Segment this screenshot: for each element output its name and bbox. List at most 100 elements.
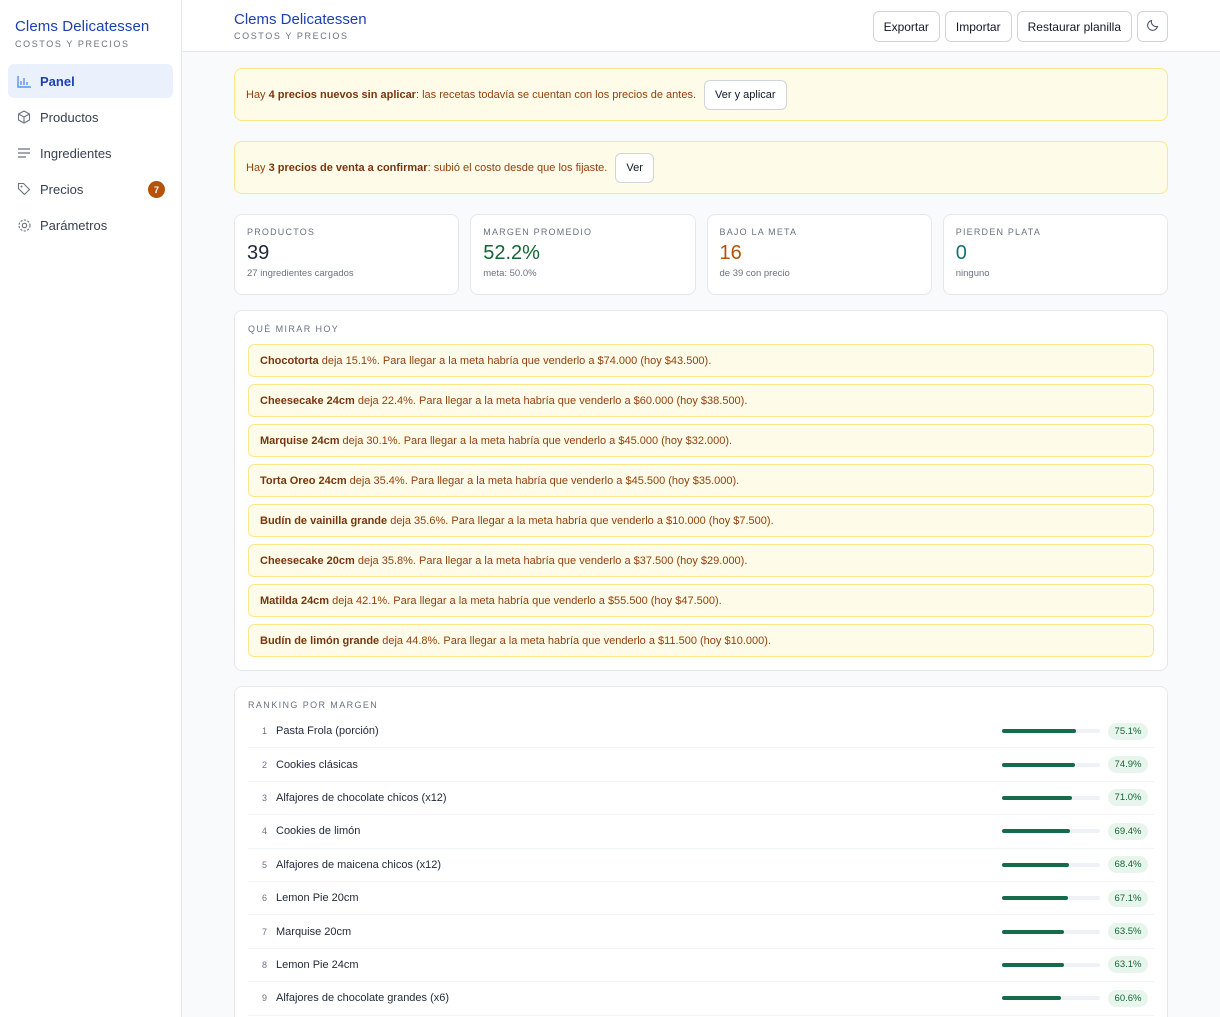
top-actions: Exportar Importar Restaurar planilla: [872, 11, 1168, 42]
stat-value: 0: [955, 242, 967, 264]
list-item: Torta Oreo 24cm deja 35.4%. Para llegar …: [248, 464, 1154, 497]
stat-card-productos: PRODUCTOS 39 27 ingredientes cargados: [234, 214, 460, 295]
view-button[interactable]: Ver: [615, 152, 654, 183]
stat-label: PRODUCTOS: [247, 227, 316, 237]
margin-ranking-card: RANKING POR MARGEN 1 Pasta Frola (porción…: [234, 686, 1168, 1017]
product-name: Cookies de limón: [276, 825, 361, 838]
list-item: Cheesecake 20cm deja 35.8%. Para llegar …: [248, 544, 1154, 577]
stat-value: 16: [719, 242, 742, 264]
chart-bar-icon: [16, 73, 32, 89]
margin-badge: 69.4%: [1108, 822, 1148, 840]
list-item: Budín de limón grande deja 44.8%. Para l…: [248, 624, 1154, 657]
margin-bar-fill: [1002, 929, 1065, 934]
rank-number: 7: [262, 926, 268, 937]
stat-card-pierden-plata: PIERDEN PLATA 0 ninguno: [942, 214, 1168, 295]
sidebar-item-precios[interactable]: Precios 7: [8, 172, 173, 206]
margin-bar: [1002, 795, 1100, 800]
product-name: Alfajores de maicena chicos (x12): [276, 858, 442, 871]
table-row: 1 Pasta Frola (porción) 75.1%: [248, 715, 1154, 749]
margin-badge: 75.1%: [1108, 722, 1148, 740]
list-item: Marquise 24cm deja 30.1%. Para llegar a …: [248, 424, 1154, 457]
product-name: Cookies clásicas: [276, 758, 358, 771]
tag-icon: [16, 181, 32, 197]
sidebar-item-ingredientes[interactable]: Ingredientes: [8, 136, 173, 170]
list-item: Chocotorta deja 15.1%. Para llegar a la …: [248, 344, 1154, 377]
export-button[interactable]: Exportar: [872, 11, 940, 42]
restore-sheet-button[interactable]: Restaurar planilla: [1016, 11, 1132, 42]
watch-today-card: QUÉ MIRAR HOY Chocotorta deja 15.1%. Par…: [234, 310, 1168, 671]
sidebar-nav: Panel Productos Ingredientes Precios 7 P…: [0, 58, 181, 250]
sidebar-item-label: Parámetros: [40, 217, 108, 233]
stat-value: 39: [247, 242, 270, 264]
product-name: Lemon Pie 24cm: [276, 958, 359, 971]
pending-prices-alert: Hay 4 precios nuevos sin aplicar: las re…: [234, 68, 1168, 121]
margin-bar: [1002, 862, 1100, 867]
rank-number: 5: [262, 859, 268, 870]
margin-bar-fill: [1002, 829, 1070, 834]
sidebar-item-panel[interactable]: Panel: [8, 64, 173, 98]
margin-bar-fill: [1002, 862, 1070, 867]
margin-bar: [1002, 829, 1100, 834]
margin-bar-fill: [1002, 996, 1062, 1001]
margin-bar: [1002, 896, 1100, 901]
product-name: Alfajores de chocolate grandes (x6): [276, 992, 450, 1005]
sidebar-item-parametros[interactable]: Parámetros: [8, 208, 173, 242]
stat-label: PIERDEN PLATA: [955, 227, 1042, 237]
margin-bar-fill: [1002, 896, 1068, 901]
rank-number: 9: [262, 993, 268, 1004]
margin-bar-fill: [1002, 795, 1072, 800]
brand: Clems Delicatessen COSTOS Y PRECIOS: [0, 0, 181, 58]
card-title: QUÉ MIRAR HOY: [248, 324, 340, 334]
dashboard-main: Hay 4 precios nuevos sin aplicar: las re…: [234, 68, 1168, 1017]
sidebar: Clems Delicatessen COSTOS Y PRECIOS Pane…: [0, 0, 182, 1017]
rank-number: 1: [262, 726, 268, 737]
margin-badge: 67.1%: [1108, 889, 1148, 907]
stat-label: BAJO LA META: [719, 227, 798, 237]
sidebar-item-label: Panel: [40, 73, 75, 89]
brand-subtitle: COSTOS Y PRECIOS: [15, 39, 130, 49]
rank-number: 8: [262, 959, 268, 970]
rank-number: 4: [262, 826, 268, 837]
sidebar-item-label: Ingredientes: [40, 145, 112, 161]
sidebar-item-label: Precios: [40, 181, 84, 197]
table-row: 3 Alfajores de chocolate chicos (x12) 71.0…: [248, 782, 1154, 816]
margin-bar: [1002, 762, 1100, 767]
margin-bar: [1002, 996, 1100, 1001]
table-row: 6 Lemon Pie 20cm 67.1%: [248, 882, 1154, 916]
brand-name: Clems Delicatessen: [15, 18, 150, 35]
margin-badge: 74.9%: [1108, 756, 1148, 774]
sidebar-item-label: Productos: [40, 109, 99, 125]
stat-card-margen: MARGEN PROMEDIO 52.2% meta: 50.0%: [470, 214, 696, 295]
table-row: 8 Lemon Pie 24cm 63.1%: [248, 949, 1154, 983]
box-icon: [16, 109, 32, 125]
list-item: Matilda 24cm deja 42.1%. Para llegar a l…: [248, 584, 1154, 617]
margin-badge: 71.0%: [1108, 789, 1148, 807]
margin-bar-fill: [1002, 962, 1064, 967]
moon-icon: [1146, 18, 1160, 35]
alert-text: Hay 3 precios de venta a confirmar: subi…: [246, 161, 608, 174]
rank-number: 6: [262, 893, 268, 904]
margin-badge: 68.4%: [1108, 856, 1148, 874]
margin-bar: [1002, 729, 1100, 734]
view-and-apply-button[interactable]: Ver y aplicar: [704, 79, 787, 110]
stat-subtext: de 39 con precio: [719, 268, 790, 279]
margin-badge: 60.6%: [1108, 989, 1148, 1007]
list-item: Budín de vainilla grande deja 35.6%. Par…: [248, 504, 1154, 537]
sidebar-item-productos[interactable]: Productos: [8, 100, 173, 134]
stat-value: 52.2%: [483, 242, 540, 264]
top-bar: Clems Delicatessen COSTOS Y PRECIOS Expo…: [182, 0, 1220, 52]
page-title: Clems Delicatessen: [234, 11, 367, 28]
import-button[interactable]: Importar: [944, 11, 1012, 42]
margin-bar: [1002, 929, 1100, 934]
precios-count-badge: 7: [148, 181, 165, 198]
table-row: 7 Marquise 20cm 63.5%: [248, 915, 1154, 949]
margin-badge: 63.5%: [1108, 923, 1148, 941]
theme-toggle-button[interactable]: [1137, 11, 1168, 42]
alert-text: Hay 4 precios nuevos sin aplicar: las re…: [246, 88, 697, 101]
stat-subtext: ninguno: [955, 268, 990, 279]
rank-number: 3: [262, 792, 268, 803]
list-item: Cheesecake 24cm deja 22.4%. Para llegar …: [248, 384, 1154, 417]
confirm-prices-alert: Hay 3 precios de venta a confirmar: subi…: [234, 141, 1168, 194]
list-icon: [16, 145, 32, 161]
product-name: Pasta Frola (porción): [276, 725, 379, 738]
